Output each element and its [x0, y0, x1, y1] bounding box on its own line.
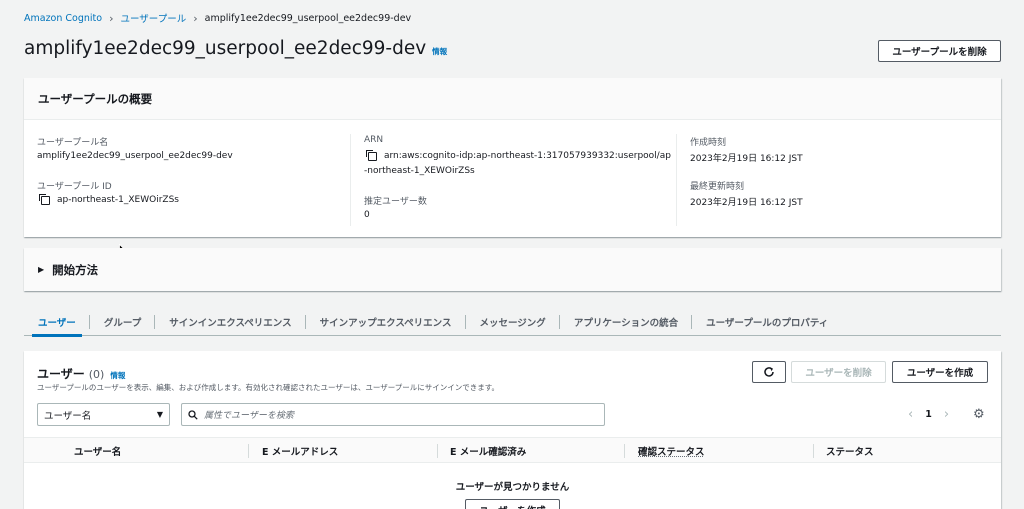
page-title-row: amplify1ee2dec99_userpool_ee2dec99-dev 情… [24, 38, 447, 59]
page-number[interactable]: 1 [925, 409, 932, 420]
estimated-users-label: 推定ユーザー数 [364, 197, 427, 207]
chevron-right-icon[interactable]: › [944, 407, 949, 422]
tab-label: ユーザー [38, 317, 76, 329]
info-link[interactable]: 情報 [110, 370, 125, 381]
column-header-username[interactable]: ユーザー名 [74, 444, 121, 458]
tab-app-integration[interactable]: アプリケーションの統合 [560, 308, 693, 335]
users-panel: ユーザー (0) 情報 ユーザープールのユーザーを表示、編集、および作成します。… [24, 351, 1001, 509]
search-placeholder: 属性でユーザーを検索 [204, 411, 294, 421]
pool-name-label: ユーザープール名 [37, 138, 109, 148]
created-time-value: 2023年2月19日 16:12 JST [690, 154, 803, 164]
copy-icon[interactable] [39, 193, 50, 205]
arn-value: arn:aws:cognito-idp:ap-northeast-1:31705… [366, 149, 671, 161]
breadcrumb-cognito-link[interactable]: Amazon Cognito [24, 13, 102, 24]
column-header-email[interactable]: E メールアドレス [262, 444, 338, 458]
users-title: ユーザー [37, 367, 85, 381]
empty-create-user-button[interactable]: ユーザーを作成 [465, 499, 560, 509]
create-user-button[interactable]: ユーザーを作成 [892, 361, 988, 383]
tab-label: アプリケーションの統合 [573, 317, 679, 329]
info-link[interactable]: 情報 [432, 46, 447, 57]
page-title: amplify1ee2dec99_userpool_ee2dec99-dev [24, 38, 427, 59]
tab-sign-in-experience[interactable]: サインインエクスペリエンス [155, 308, 306, 335]
search-icon [188, 409, 198, 420]
tab-label: サインインエクスペリエンス [169, 317, 292, 329]
arn-text-line2: -northeast-1_XEWOirZSs [364, 166, 475, 176]
gear-icon[interactable]: ⚙ [973, 407, 985, 422]
overview-card: ユーザープールの概要 ユーザープール名 amplify1ee2dec99_use… [24, 78, 1001, 237]
copy-icon[interactable] [366, 149, 377, 161]
created-time-label: 作成時刻 [690, 138, 727, 148]
tab-label: ユーザープールのプロパティ [706, 317, 829, 329]
overview-heading: ユーザープールの概要 [24, 78, 1001, 120]
tab-label: サインアップエクスペリエンス [319, 317, 452, 329]
delete-user-button[interactable]: ユーザーを削除 [791, 361, 886, 383]
chevron-right-icon: › [193, 11, 198, 25]
tab-bar: ユーザー グループ サインインエクスペリエンス サインアップエクスペリエンス メ… [24, 308, 1001, 337]
refresh-icon [764, 367, 774, 377]
column-header-status[interactable]: ステータス [826, 444, 874, 458]
filter-attribute-select[interactable]: ユーザー名 ▼ [37, 403, 170, 426]
users-table-header: ユーザー名 E メールアドレス E メール確認済み 確認ステータス ステータス [24, 437, 1001, 463]
tab-sign-up-experience[interactable]: サインアップエクスペリエンス [306, 308, 466, 335]
caret-right-icon: ▶ [38, 265, 45, 274]
breadcrumb-userpools-link[interactable]: ユーザープール [121, 11, 187, 25]
tab-label: メッセージング [479, 317, 546, 329]
tab-messaging[interactable]: メッセージング [466, 308, 560, 335]
divider [350, 134, 351, 226]
chevron-left-icon[interactable]: ‹ [908, 407, 913, 422]
column-header-confirmation-status[interactable]: 確認ステータス [638, 444, 705, 458]
arn-text-line1: arn:aws:cognito-idp:ap-northeast-1:31705… [384, 151, 671, 161]
pool-id-value: ap-northeast-1_XEWOirZSs [39, 193, 179, 205]
users-description: ユーザープールのユーザーを表示、編集、および作成します。有効化され確認されたユー… [37, 383, 499, 392]
pool-id-label: ユーザープール ID [37, 182, 112, 192]
estimated-users-value: 0 [364, 210, 370, 220]
pagination: ‹ 1 › [908, 407, 949, 422]
chevron-right-icon: › [109, 11, 114, 25]
column-divider [813, 444, 814, 458]
arn-label: ARN [364, 135, 384, 145]
breadcrumb: Amazon Cognito › ユーザープール › amplify1ee2de… [24, 11, 412, 26]
breadcrumb-current: amplify1ee2dec99_userpool_ee2dec99-dev [204, 12, 412, 24]
tab-groups[interactable]: グループ [90, 308, 156, 335]
modified-time-value: 2023年2月19日 16:12 JST [690, 198, 803, 208]
column-divider [248, 444, 249, 458]
caret-down-icon: ▼ [156, 410, 163, 419]
getting-started-expander[interactable]: ▶ 開始方法 [24, 248, 1001, 291]
users-heading: ユーザー (0) 情報 [37, 365, 125, 382]
users-count: (0) [88, 368, 105, 381]
divider [676, 134, 677, 226]
empty-state-text: ユーザーが見つかりません [455, 482, 570, 493]
modified-time-label: 最終更新時刻 [690, 182, 745, 192]
pool-id-text: ap-northeast-1_XEWOirZSs [57, 195, 179, 205]
filter-select-value: ユーザー名 [44, 410, 92, 422]
column-divider [437, 444, 438, 458]
user-search-input[interactable]: 属性でユーザーを検索 [181, 403, 605, 426]
column-header-email-verified[interactable]: E メール確認済み [450, 444, 526, 458]
tab-users[interactable]: ユーザー [24, 308, 90, 337]
pool-name-value: amplify1ee2dec99_userpool_ee2dec99-dev [37, 151, 233, 161]
tab-user-pool-properties[interactable]: ユーザープールのプロパティ [692, 308, 842, 335]
column-divider [624, 444, 625, 458]
getting-started-label: 開始方法 [52, 262, 99, 277]
delete-user-pool-button[interactable]: ユーザープールを削除 [878, 40, 1001, 62]
tab-label: グループ [103, 317, 142, 329]
refresh-button[interactable] [752, 361, 786, 383]
